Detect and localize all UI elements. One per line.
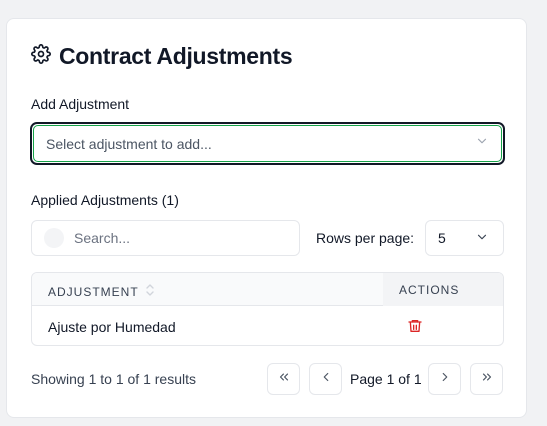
page-title: Contract Adjustments — [59, 43, 293, 69]
rows-per-page-label: Rows per page: — [316, 230, 415, 246]
first-page-button[interactable] — [267, 363, 300, 395]
table-header: ADJUSTMENT ACTIONS — [32, 273, 503, 306]
next-page-button[interactable] — [428, 363, 461, 395]
table-row: Ajuste por Humedad — [32, 306, 503, 345]
chevron-down-icon — [475, 230, 489, 247]
applied-adjustments-label: Applied Adjustments (1) — [31, 192, 179, 208]
last-page-button[interactable] — [470, 363, 503, 395]
chevrons-left-icon — [277, 370, 291, 389]
chevrons-right-icon — [480, 370, 494, 389]
column-header-actions: ACTIONS — [399, 283, 460, 297]
rows-per-page-select[interactable]: 5 — [425, 220, 504, 256]
page-indicator: Page 1 of 1 — [350, 371, 422, 387]
adjustments-table: ADJUSTMENT ACTIONS Ajuste por Humedad — [31, 272, 504, 346]
search-placeholder: Search... — [74, 230, 131, 246]
search-icon — [44, 228, 64, 248]
adjustment-name: Ajuste por Humedad — [48, 319, 176, 335]
rows-per-page-value: 5 — [438, 230, 446, 246]
trash-icon[interactable] — [407, 317, 423, 335]
gear-icon — [31, 44, 51, 69]
add-adjustment-label: Add Adjustment — [31, 96, 130, 112]
sort-icon — [145, 283, 155, 300]
column-header-adjustment[interactable]: ADJUSTMENT — [48, 283, 155, 300]
search-input[interactable]: Search... — [31, 220, 300, 256]
add-adjustment-select[interactable]: Select adjustment to add... — [30, 122, 505, 165]
contract-adjustments-card: Contract Adjustments Add Adjustment Sele… — [6, 18, 527, 418]
pagination-summary: Showing 1 to 1 of 1 results — [31, 371, 196, 387]
card-header: Contract Adjustments — [31, 43, 293, 70]
chevron-down-icon — [475, 134, 489, 153]
chevron-left-icon — [319, 370, 333, 389]
chevron-right-icon — [438, 370, 452, 389]
previous-page-button[interactable] — [309, 363, 342, 395]
select-placeholder: Select adjustment to add... — [46, 135, 212, 152]
